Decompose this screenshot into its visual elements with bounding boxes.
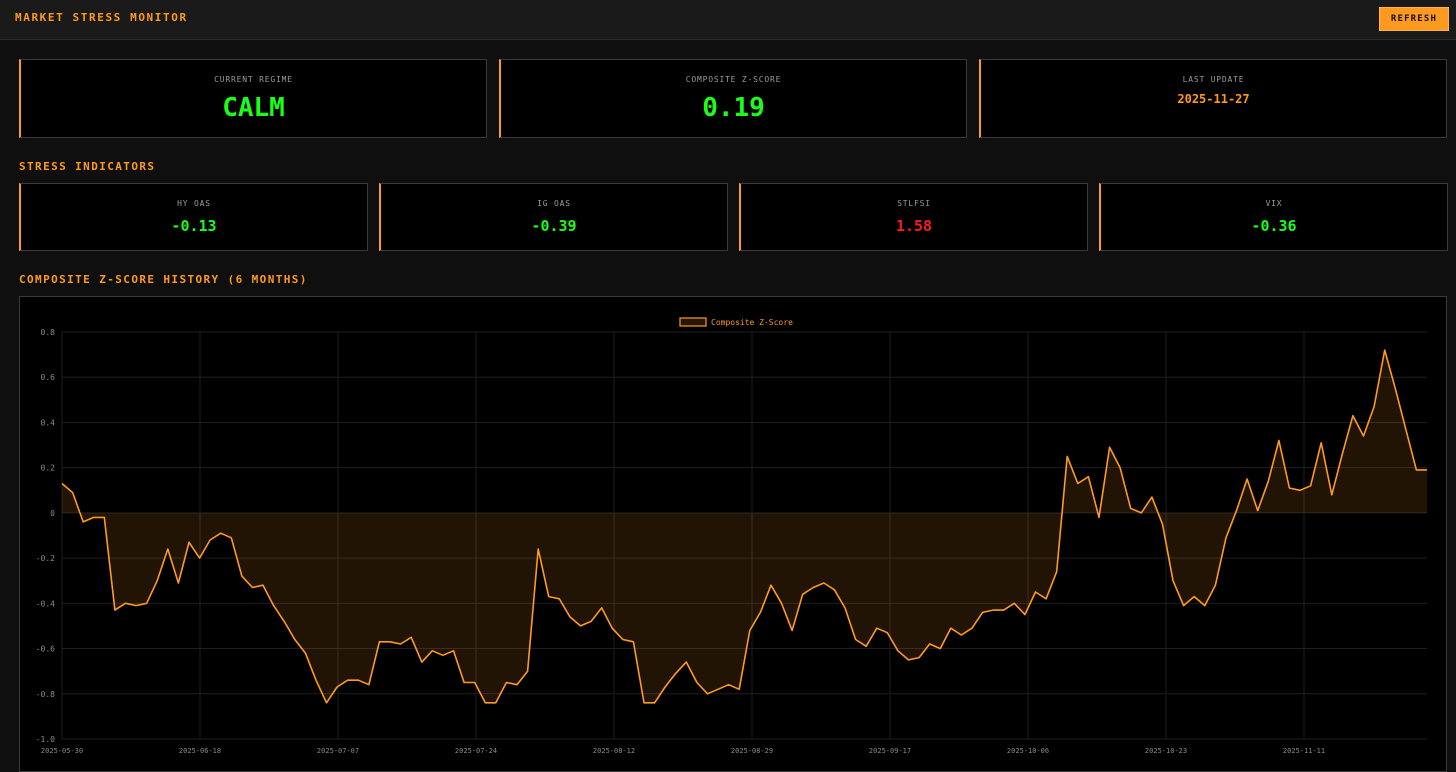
regime-card: CURRENT REGIME CALM xyxy=(19,59,487,138)
indicator-card-stlfsi: STLFSI 1.58 xyxy=(739,183,1088,251)
x-tick-label: 2025-07-07 xyxy=(317,747,359,755)
y-tick-label: -1.0 xyxy=(36,735,55,744)
indicator-label: IG OAS xyxy=(537,199,571,208)
x-tick-label: 2025-11-11 xyxy=(1283,747,1325,755)
update-card: LAST UPDATE 2025-11-27 xyxy=(979,59,1447,138)
chart-svg: 0.8 0.6 0.4 0.2 0 -0.2 -0.4 -0.6 -0.8 -1.0 2025-05… xyxy=(36,317,1427,755)
indicator-card-hy-oas: HY OAS -0.13 xyxy=(19,183,368,251)
regime-value: CALM xyxy=(222,93,285,123)
y-tick-label: 0.6 xyxy=(41,373,56,382)
top-bar: MARKET STRESS MONITOR REFRESH xyxy=(0,0,1456,40)
update-value: 2025-11-27 xyxy=(1177,92,1250,106)
indicator-label: STLFSI xyxy=(897,199,931,208)
x-tick-label: 2025-10-23 xyxy=(1145,747,1187,755)
history-title: COMPOSITE Z-SCORE HISTORY (6 MONTHS) xyxy=(19,273,308,286)
x-tick-label: 2025-08-12 xyxy=(593,747,635,755)
indicator-value: -0.13 xyxy=(171,217,217,235)
indicator-label: HY OAS xyxy=(177,199,211,208)
x-tick-label: 2025-05-30 xyxy=(41,747,83,755)
indicator-value: -0.36 xyxy=(1251,217,1297,235)
y-tick-label: -0.8 xyxy=(36,690,55,699)
x-tick-label: 2025-09-17 xyxy=(869,747,911,755)
indicator-value: 1.58 xyxy=(895,217,933,235)
x-tick-label: 2025-08-29 xyxy=(731,747,773,755)
legend-label: Composite Z-Score xyxy=(711,318,793,327)
indicator-value: -0.39 xyxy=(531,217,577,235)
y-tick-label: 0 xyxy=(50,509,55,518)
stress-indicators-title: STRESS INDICATORS xyxy=(19,160,156,173)
zscore-value: 0.19 xyxy=(702,93,765,123)
y-tick-label: -0.2 xyxy=(36,554,55,563)
y-tick-label: -0.6 xyxy=(36,645,55,654)
y-tick-label: 0.8 xyxy=(41,328,56,337)
app-title: MARKET STRESS MONITOR xyxy=(15,11,188,24)
zscore-card: COMPOSITE Z-SCORE 0.19 xyxy=(499,59,967,138)
regime-label: CURRENT REGIME xyxy=(214,75,293,84)
zscore-history-chart: 0.8 0.6 0.4 0.2 0 -0.2 -0.4 -0.6 -0.8 -1.0 2025-05… xyxy=(19,296,1447,772)
x-tick-label: 2025-06-18 xyxy=(179,747,221,755)
refresh-button[interactable]: REFRESH xyxy=(1379,7,1449,31)
indicator-card-ig-oas: IG OAS -0.39 xyxy=(379,183,728,251)
y-tick-label: 0.4 xyxy=(41,418,56,427)
legend-swatch xyxy=(679,317,707,327)
y-tick-label: 0.2 xyxy=(41,464,56,473)
indicator-card-vix: VIX -0.36 xyxy=(1099,183,1448,251)
y-tick-label: -0.4 xyxy=(36,599,55,608)
x-tick-label: 2025-07-24 xyxy=(455,747,497,755)
update-label: LAST UPDATE xyxy=(1182,75,1245,84)
zscore-label: COMPOSITE Z-SCORE xyxy=(685,75,782,84)
x-tick-label: 2025-10-06 xyxy=(1007,747,1049,755)
zscore-area-fill xyxy=(62,350,1427,703)
indicator-label: VIX xyxy=(1265,199,1283,208)
